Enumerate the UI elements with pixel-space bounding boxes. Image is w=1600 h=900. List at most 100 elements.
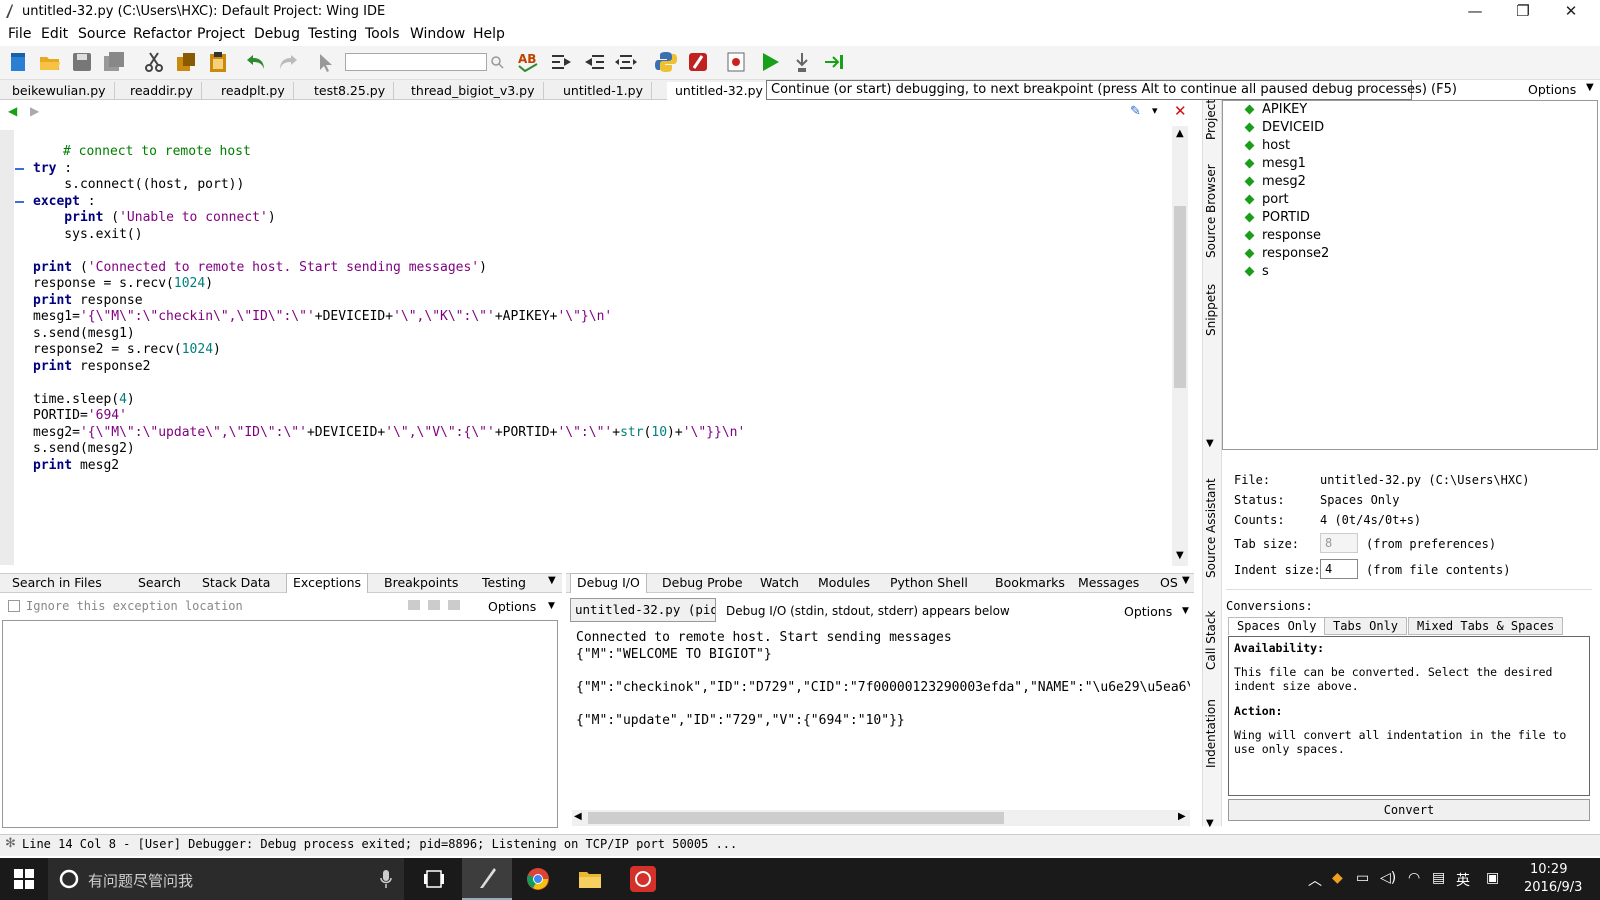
- step-out-icon[interactable]: [822, 50, 846, 74]
- tab-modules[interactable]: Modules: [812, 575, 876, 590]
- tab-spaces-only[interactable]: Spaces Only: [1228, 617, 1326, 635]
- cortana-icon[interactable]: [58, 868, 80, 890]
- tab-python-shell[interactable]: Python Shell: [884, 575, 974, 590]
- copy-icon[interactable]: [174, 50, 198, 74]
- vtabs-overflow-icon[interactable]: ▼: [1206, 438, 1214, 449]
- symbol-apikey[interactable]: APIKEY: [1262, 102, 1307, 117]
- ignore-exception-checkbox[interactable]: [8, 600, 20, 612]
- editor-menu-icon[interactable]: ▾: [1152, 104, 1158, 117]
- clock-time[interactable]: 10:29: [1530, 862, 1567, 877]
- tab-tabs-only[interactable]: Tabs Only: [1324, 617, 1408, 635]
- toolbar-search-input[interactable]: [345, 53, 487, 71]
- fold-marker-try[interactable]: [15, 168, 24, 170]
- python-shell-icon[interactable]: [654, 50, 678, 74]
- symbol-response2[interactable]: response2: [1262, 246, 1329, 261]
- menu-edit[interactable]: Edit: [41, 26, 68, 42]
- exceptions-options-dropdown-icon[interactable]: ▼: [548, 601, 555, 611]
- tab-call-stack[interactable]: Call Stack: [1204, 611, 1218, 670]
- tab-watch[interactable]: Watch: [754, 575, 805, 590]
- indent-size-input[interactable]: 4: [1320, 559, 1358, 579]
- symbol-host[interactable]: host: [1262, 138, 1290, 153]
- file-explorer-icon[interactable]: [578, 868, 602, 890]
- debug-continue-icon[interactable]: [758, 50, 782, 74]
- cut-icon[interactable]: [142, 50, 166, 74]
- fold-marker-except[interactable]: [15, 201, 24, 203]
- battery-icon[interactable]: ▭: [1356, 870, 1369, 886]
- tab-project[interactable]: Project: [1204, 99, 1218, 140]
- scroll-left-icon[interactable]: ◀: [574, 811, 582, 822]
- tab-indentation[interactable]: Indentation: [1204, 699, 1218, 768]
- scroll-right-icon[interactable]: ▶: [1178, 811, 1186, 822]
- options-dropdown-icon[interactable]: ▼: [1586, 82, 1594, 93]
- tab-debug-probe[interactable]: Debug Probe: [656, 575, 749, 590]
- new-file-icon[interactable]: [6, 50, 30, 74]
- action-center-icon[interactable]: ▤: [1432, 870, 1445, 886]
- tab-snippets[interactable]: Snippets: [1204, 284, 1218, 336]
- tab-debug-io[interactable]: Debug I/O: [570, 573, 647, 593]
- indent-icon[interactable]: [550, 50, 574, 74]
- tab-source-browser[interactable]: Source Browser: [1204, 164, 1218, 258]
- collapse-icon[interactable]: [428, 600, 440, 610]
- menu-debug[interactable]: Debug: [254, 26, 300, 42]
- toggle-breakpoint-icon[interactable]: [724, 50, 748, 74]
- menu-help[interactable]: Help: [473, 26, 505, 42]
- menu-window[interactable]: Window: [410, 26, 465, 42]
- symbol-mesg1[interactable]: mesg1: [1262, 156, 1306, 171]
- clear-icon[interactable]: [448, 600, 460, 610]
- debug-process-select[interactable]: untitled-32.py (pid ▾: [570, 598, 716, 622]
- menu-project[interactable]: Project: [197, 26, 245, 42]
- debug-tabs-overflow-icon[interactable]: ▼: [1182, 575, 1190, 586]
- menu-source[interactable]: Source: [78, 26, 126, 42]
- volume-icon[interactable]: ◁): [1380, 870, 1396, 886]
- forward-arrow-icon[interactable]: ▶: [30, 104, 39, 118]
- undo-icon[interactable]: [244, 50, 268, 74]
- scroll-down-icon[interactable]: ▼: [1176, 550, 1184, 561]
- back-arrow-icon[interactable]: ◀: [8, 104, 17, 118]
- symbol-mesg2[interactable]: mesg2: [1262, 174, 1306, 189]
- tab-thread-bigiot-v3[interactable]: thread_bigiot_v3.py: [403, 82, 544, 100]
- run-to-cursor-icon[interactable]: [686, 50, 710, 74]
- menu-testing[interactable]: Testing: [308, 26, 357, 42]
- tray-app-icon[interactable]: ◆: [1332, 870, 1343, 886]
- tab-readplt[interactable]: readplt.py: [213, 82, 294, 100]
- menu-tools[interactable]: Tools: [365, 26, 400, 42]
- tab-exceptions[interactable]: Exceptions: [286, 573, 369, 593]
- tab-test8-25[interactable]: test8.25.py: [306, 82, 395, 100]
- tab-os[interactable]: OS: [1154, 575, 1184, 590]
- tab-bookmarks[interactable]: Bookmarks: [989, 575, 1071, 590]
- expand-icon[interactable]: [408, 600, 420, 610]
- tab-stack-data[interactable]: Stack Data: [196, 575, 276, 590]
- editor-scroll-thumb[interactable]: [1174, 206, 1186, 388]
- tab-untitled-1[interactable]: untitled-1.py: [555, 82, 652, 100]
- exceptions-options-menu[interactable]: Options: [488, 599, 536, 614]
- editor-options-menu[interactable]: Options: [1528, 82, 1576, 97]
- paste-icon[interactable]: [206, 50, 230, 74]
- spell-check-icon[interactable]: AB: [516, 50, 540, 74]
- microphone-icon[interactable]: [380, 869, 392, 889]
- pin-icon[interactable]: ✎: [1130, 104, 1141, 119]
- save-icon[interactable]: [70, 50, 94, 74]
- scroll-up-icon[interactable]: ▲: [1176, 128, 1184, 139]
- vtabs-lower-overflow-icon[interactable]: ▼: [1206, 818, 1214, 829]
- ime-indicator[interactable]: 英: [1456, 870, 1470, 890]
- debug-io-options-dropdown-icon[interactable]: ▼: [1182, 606, 1189, 616]
- tab-search[interactable]: Search: [132, 575, 187, 590]
- reindent-icon[interactable]: [614, 50, 638, 74]
- close-window-button[interactable]: ✕: [1548, 0, 1594, 24]
- tabs-overflow-icon[interactable]: ▼: [548, 575, 556, 586]
- minimize-button[interactable]: —: [1452, 0, 1498, 24]
- outdent-icon[interactable]: [582, 50, 606, 74]
- ime-mode-icon[interactable]: ▣: [1486, 870, 1499, 886]
- tab-readdir[interactable]: readdir.py: [122, 82, 202, 100]
- open-file-icon[interactable]: [38, 50, 62, 74]
- menu-refactor[interactable]: Refactor: [133, 26, 192, 42]
- tab-breakpoints[interactable]: Breakpoints: [378, 575, 464, 590]
- tab-search-in-files[interactable]: Search in Files: [6, 575, 108, 590]
- tab-messages[interactable]: Messages: [1072, 575, 1145, 590]
- netease-music-icon[interactable]: [630, 866, 656, 892]
- search-icon[interactable]: [490, 55, 504, 69]
- goto-selection-icon[interactable]: [314, 50, 338, 74]
- tab-mixed-tabs-spaces[interactable]: Mixed Tabs & Spaces: [1408, 617, 1564, 635]
- save-all-icon[interactable]: [102, 50, 126, 74]
- symbol-portid[interactable]: PORTID: [1262, 210, 1310, 225]
